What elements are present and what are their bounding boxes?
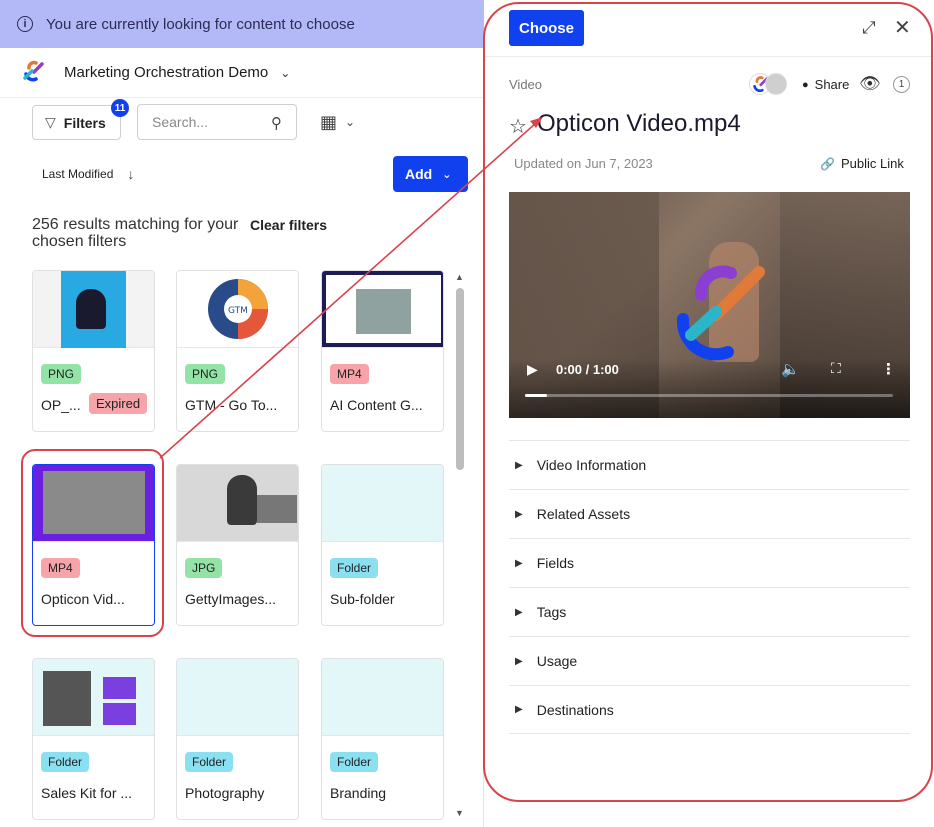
add-button[interactable]: Add ⌄ — [393, 156, 468, 192]
folder-badge: Folder — [330, 558, 379, 578]
project-selector[interactable]: Marketing Orchestration Demo ⌄ — [0, 48, 484, 98]
asset-thumbnail — [177, 465, 298, 542]
search-placeholder: Search... — [152, 114, 209, 130]
asset-card[interactable]: JPG GettyImages... — [176, 464, 299, 626]
folder-card[interactable]: Folder Photography — [176, 658, 299, 820]
filters-button[interactable]: ▽ Filters — [32, 105, 121, 140]
svg-text:GTM: GTM — [228, 306, 248, 316]
folder-card[interactable]: Folder Sub-folder — [321, 464, 444, 626]
filter-icon: ▽ — [45, 114, 56, 130]
scroll-down-arrow-icon[interactable]: ▼ — [455, 808, 464, 818]
filters-label: Filters — [63, 114, 106, 131]
banner-text: You are currently looking for content to… — [46, 15, 355, 33]
folder-badge: Folder — [41, 752, 90, 772]
folder-thumbnail — [322, 659, 443, 736]
sort-control[interactable]: Last Modified ↓ — [42, 166, 134, 182]
folder-card[interactable]: Folder Sales Kit for ... — [32, 658, 155, 820]
view-mode-toggle[interactable]: ▦ ⌄ — [320, 113, 355, 131]
optimizely-logo-icon — [20, 58, 46, 88]
clear-filters-link[interactable]: Clear filters — [250, 217, 327, 233]
asset-card[interactable]: PNG OP_... Expired — [32, 270, 155, 432]
search-icon: ⚲ — [271, 115, 282, 132]
folder-thumbnail — [322, 465, 443, 542]
scrollbar-thumb[interactable] — [456, 288, 464, 470]
add-label: Add — [405, 166, 433, 182]
folder-thumbnail — [177, 659, 298, 736]
sort-label: Last Modified — [42, 167, 114, 181]
chevron-down-icon: ⌄ — [280, 65, 291, 80]
folder-card[interactable]: Folder Branding — [321, 658, 444, 820]
folder-title: Photography — [185, 785, 265, 801]
asset-card[interactable]: MP4 AI Content G... — [321, 270, 444, 432]
search-input[interactable]: Search... ⚲ — [137, 104, 297, 140]
grid-view-icon: ▦ — [320, 112, 338, 132]
asset-thumbnail: GTM — [177, 271, 298, 348]
sort-direction-icon[interactable]: ↓ — [127, 166, 134, 182]
asset-title: GTM - Go To... — [185, 397, 278, 413]
chevron-down-icon: ⌄ — [442, 168, 452, 181]
annotation-ring — [483, 2, 933, 802]
folder-thumbnail — [33, 659, 154, 736]
asset-thumbnail — [322, 271, 443, 348]
folder-badge: Folder — [185, 752, 234, 772]
file-type-badge: MP4 — [330, 364, 369, 384]
asset-thumbnail — [33, 271, 154, 348]
scroll-up-arrow-icon[interactable]: ▲ — [455, 272, 464, 282]
folder-badge: Folder — [330, 752, 379, 772]
file-type-badge: JPG — [185, 558, 223, 578]
filters-count-badge: 11 — [111, 99, 129, 117]
project-name: Marketing Orchestration Demo — [64, 64, 269, 81]
asset-title: OP_... — [41, 397, 81, 413]
chevron-down-icon: ⌄ — [345, 115, 356, 129]
folder-title: Sales Kit for ... — [41, 785, 133, 801]
asset-title: GettyImages... — [185, 591, 277, 607]
expired-badge: Expired — [89, 393, 148, 414]
folder-title: Branding — [330, 785, 387, 801]
info-banner: i You are currently looking for content … — [0, 0, 484, 48]
annotation-ring — [21, 449, 164, 637]
folder-title: Sub-folder — [330, 591, 395, 607]
info-icon: i — [17, 16, 33, 32]
asset-title: AI Content G... — [330, 397, 423, 413]
results-summary: 256 results matching for your chosen fil… — [32, 216, 239, 250]
file-type-badge: PNG — [41, 364, 82, 384]
file-type-badge: PNG — [185, 364, 226, 384]
asset-card[interactable]: GTM PNG GTM - Go To... — [176, 270, 299, 432]
asset-browser-pane: i You are currently looking for content … — [0, 0, 484, 827]
